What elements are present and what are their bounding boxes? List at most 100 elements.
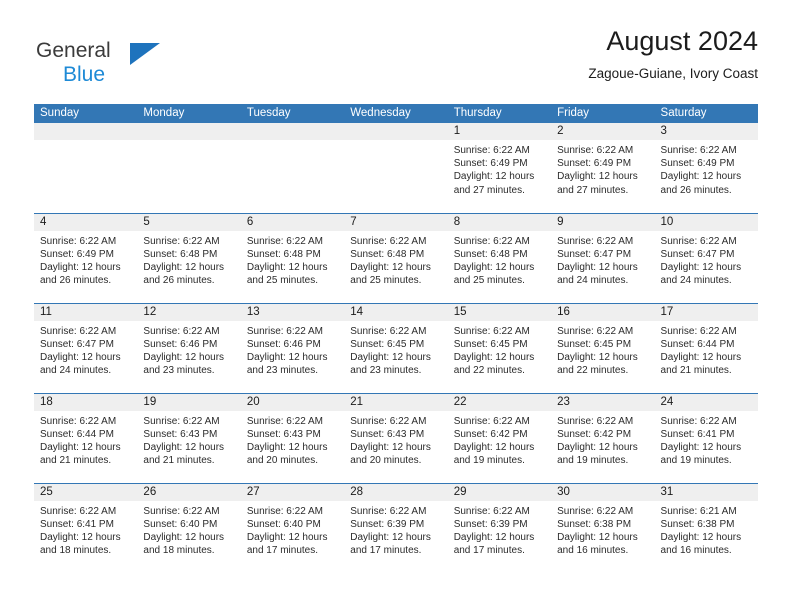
day-number: 25 (34, 483, 138, 501)
day-details: Sunrise: 6:22 AM Sunset: 6:44 PM Daylight:… (34, 411, 137, 468)
sunrise-text: Sunrise: 6:22 AM (557, 505, 634, 517)
day-cell-inner (240, 123, 345, 213)
calendar-day-cell[interactable]: 26 Sunrise: 6:22 AM Sunset: 6:40 PM Dayligh… (137, 482, 241, 574)
daylight-text-line2: and 25 minutes. (453, 275, 525, 287)
day-details: Sunrise: 6:22 AM Sunset: 6:48 PM Daylight:… (137, 231, 240, 288)
calendar-day-cell-empty (240, 123, 345, 213)
sunrise-text: Sunrise: 6:22 AM (453, 145, 530, 156)
calendar-day-cell[interactable]: 6 Sunrise: 6:22 AM Sunset: 6:48 PM Daylight… (240, 212, 345, 303)
daylight-text-line2: and 18 minutes. (143, 545, 215, 557)
general-blue-logo[interactable]: General Blue (34, 26, 254, 90)
calendar-day-cell[interactable]: 23 Sunrise: 6:22 AM Sunset: 6:42 PM Dayligh… (551, 392, 655, 483)
daylight-text-line2: and 26 minutes. (143, 275, 215, 287)
calendar-table: Sunday Monday Tuesday Wednesday Thursday… (34, 104, 758, 573)
day-number: 20 (240, 393, 345, 411)
day-details: Sunrise: 6:22 AM Sunset: 6:42 PM Daylight:… (448, 411, 551, 468)
day-details: Sunrise: 6:22 AM Sunset: 6:49 PM Daylight:… (448, 140, 551, 197)
calendar-day-cell[interactable]: 20 Sunrise: 6:22 AM Sunset: 6:43 PM Dayligh… (240, 392, 345, 483)
sunrise-text: Sunrise: 6:22 AM (40, 235, 117, 247)
calendar-day-cell[interactable]: 14 Sunrise: 6:22 AM Sunset: 6:45 PM Dayligh… (344, 302, 448, 393)
weekday-header-friday: Friday (551, 104, 655, 123)
daylight-text-line1: Daylight: 12 hours (557, 351, 638, 363)
day-cell-inner: 20 Sunrise: 6:22 AM Sunset: 6:43 PM Dayligh… (240, 393, 345, 483)
daylight-text-line2: and 26 minutes. (660, 184, 732, 196)
calendar-day-cell[interactable]: 16 Sunrise: 6:22 AM Sunset: 6:45 PM Dayligh… (551, 302, 655, 393)
calendar-day-cell[interactable]: 2 Sunrise: 6:22 AM Sunset: 6:49 PM Daylight… (551, 123, 655, 213)
calendar-day-cell[interactable]: 1 Sunrise: 6:22 AM Sunset: 6:49 PM Daylight… (447, 123, 552, 213)
calendar-day-cell[interactable]: 18 Sunrise: 6:22 AM Sunset: 6:44 PM Dayligh… (34, 392, 138, 483)
daylight-text-line1: Daylight: 12 hours (557, 171, 638, 183)
day-details: Sunrise: 6:22 AM Sunset: 6:44 PM Daylight:… (655, 321, 758, 378)
calendar-day-cell[interactable]: 19 Sunrise: 6:22 AM Sunset: 6:43 PM Dayligh… (137, 392, 241, 483)
day-number: 5 (137, 213, 241, 231)
sunrise-text: Sunrise: 6:22 AM (557, 325, 634, 337)
calendar-day-cell[interactable]: 28 Sunrise: 6:22 AM Sunset: 6:39 PM Dayligh… (344, 482, 448, 574)
calendar-day-cell[interactable]: 4 Sunrise: 6:22 AM Sunset: 6:49 PM Daylight… (34, 212, 138, 303)
day-details: Sunrise: 6:22 AM Sunset: 6:49 PM Daylight:… (34, 231, 137, 288)
day-number: 7 (344, 213, 448, 231)
calendar-day-cell[interactable]: 12 Sunrise: 6:22 AM Sunset: 6:46 PM Dayligh… (137, 302, 241, 393)
calendar-day-cell[interactable]: 17 Sunrise: 6:22 AM Sunset: 6:44 PM Dayligh… (654, 302, 758, 393)
day-details: Sunrise: 6:22 AM Sunset: 6:45 PM Daylight:… (344, 321, 447, 378)
day-details: Sunrise: 6:22 AM Sunset: 6:40 PM Daylight:… (241, 501, 344, 558)
day-number (240, 123, 345, 140)
calendar-day-cell[interactable]: 21 Sunrise: 6:22 AM Sunset: 6:43 PM Dayligh… (344, 392, 448, 483)
calendar-day-cell[interactable]: 3 Sunrise: 6:22 AM Sunset: 6:49 PM Daylight… (654, 123, 758, 213)
day-cell-inner: 1 Sunrise: 6:22 AM Sunset: 6:49 PM Daylight… (447, 123, 552, 213)
sunrise-text: Sunrise: 6:22 AM (246, 505, 323, 517)
sunrise-text: Sunrise: 6:22 AM (350, 325, 427, 337)
sunrise-text: Sunrise: 6:22 AM (246, 415, 323, 427)
day-number: 28 (344, 483, 448, 501)
sunrise-text: Sunrise: 6:22 AM (143, 415, 220, 427)
calendar-day-cell[interactable]: 7 Sunrise: 6:22 AM Sunset: 6:48 PM Daylight… (344, 212, 448, 303)
day-cell-inner: 19 Sunrise: 6:22 AM Sunset: 6:43 PM Dayligh… (137, 393, 241, 483)
sunrise-text: Sunrise: 6:22 AM (246, 325, 323, 337)
weekday-header-monday: Monday (137, 104, 241, 123)
calendar-day-cell[interactable]: 30 Sunrise: 6:22 AM Sunset: 6:38 PM Dayligh… (551, 482, 655, 573)
sunset-text: Sunset: 6:42 PM (557, 428, 632, 440)
daylight-text-line1: Daylight: 12 hours (557, 441, 638, 453)
sunrise-text: Sunrise: 6:21 AM (660, 505, 737, 517)
calendar-day-cell[interactable]: 25 Sunrise: 6:22 AM Sunset: 6:41 PM Dayligh… (34, 482, 138, 573)
day-cell-inner: 11 Sunrise: 6:22 AM Sunset: 6:47 PM Dayligh… (34, 303, 138, 393)
calendar-day-cell[interactable]: 5 Sunrise: 6:22 AM Sunset: 6:48 PM Daylight… (137, 212, 241, 303)
day-cell-inner (34, 123, 138, 213)
calendar-day-cell[interactable]: 31 Sunrise: 6:21 AM Sunset: 6:38 PM Dayligh… (654, 482, 758, 573)
calendar-day-cell[interactable]: 10 Sunrise: 6:22 AM Sunset: 6:47 PM Dayligh… (654, 212, 758, 303)
day-number: 11 (34, 303, 138, 321)
calendar-day-cell[interactable]: 13 Sunrise: 6:22 AM Sunset: 6:46 PM Dayligh… (240, 302, 345, 393)
day-details: Sunrise: 6:22 AM Sunset: 6:46 PM Daylight:… (137, 321, 240, 378)
day-cell-inner (344, 123, 448, 213)
day-details: Sunrise: 6:22 AM Sunset: 6:39 PM Daylight:… (344, 501, 447, 558)
calendar-day-cell[interactable]: 22 Sunrise: 6:22 AM Sunset: 6:42 PM Dayligh… (447, 392, 552, 483)
calendar-day-cell[interactable]: 27 Sunrise: 6:22 AM Sunset: 6:40 PM Dayligh… (240, 482, 345, 573)
day-cell-inner: 28 Sunrise: 6:22 AM Sunset: 6:39 PM Dayligh… (344, 483, 448, 574)
daylight-text-line1: Daylight: 12 hours (660, 351, 742, 363)
sunset-text: Sunset: 6:45 PM (453, 338, 528, 350)
day-cell-inner: 22 Sunrise: 6:22 AM Sunset: 6:42 PM Dayligh… (447, 393, 552, 483)
daylight-text-line2: and 17 minutes. (453, 545, 525, 557)
sunset-text: Sunset: 6:48 PM (350, 248, 425, 260)
calendar-day-cell[interactable]: 8 Sunrise: 6:22 AM Sunset: 6:48 PM Daylight… (447, 212, 552, 303)
day-cell-inner: 6 Sunrise: 6:22 AM Sunset: 6:48 PM Daylight… (240, 213, 345, 303)
day-details: Sunrise: 6:22 AM Sunset: 6:45 PM Daylight:… (448, 321, 551, 378)
daylight-text-line2: and 16 minutes. (660, 545, 732, 557)
sunset-text: Sunset: 6:39 PM (453, 518, 528, 530)
day-details: Sunrise: 6:22 AM Sunset: 6:48 PM Daylight:… (448, 231, 551, 288)
day-cell-inner: 24 Sunrise: 6:22 AM Sunset: 6:41 PM Dayligh… (654, 393, 758, 483)
day-number: 30 (551, 483, 655, 501)
title-block: August 2024 Zagoue-Guiane, Ivory Coast (588, 26, 758, 82)
calendar-day-cell[interactable]: 11 Sunrise: 6:22 AM Sunset: 6:47 PM Dayligh… (34, 302, 138, 393)
calendar-day-cell[interactable]: 15 Sunrise: 6:22 AM Sunset: 6:45 PM Dayligh… (447, 302, 552, 393)
daylight-text-line2: and 25 minutes. (350, 275, 422, 287)
sunset-text: Sunset: 6:38 PM (660, 518, 735, 530)
calendar-day-cell[interactable]: 29 Sunrise: 6:22 AM Sunset: 6:39 PM Dayligh… (447, 482, 552, 573)
calendar-day-cell[interactable]: 24 Sunrise: 6:22 AM Sunset: 6:41 PM Dayligh… (654, 392, 758, 483)
calendar-body: 1 Sunrise: 6:22 AM Sunset: 6:49 PM Daylight… (34, 123, 758, 573)
day-number: 1 (447, 123, 552, 140)
daylight-text-line2: and 19 minutes. (557, 455, 629, 467)
calendar-day-cell[interactable]: 9 Sunrise: 6:22 AM Sunset: 6:47 PM Daylight… (551, 212, 655, 303)
daylight-text-line2: and 19 minutes. (660, 455, 732, 467)
sunrise-text: Sunrise: 6:22 AM (40, 415, 117, 427)
day-cell-inner: 26 Sunrise: 6:22 AM Sunset: 6:40 PM Dayligh… (137, 483, 241, 574)
